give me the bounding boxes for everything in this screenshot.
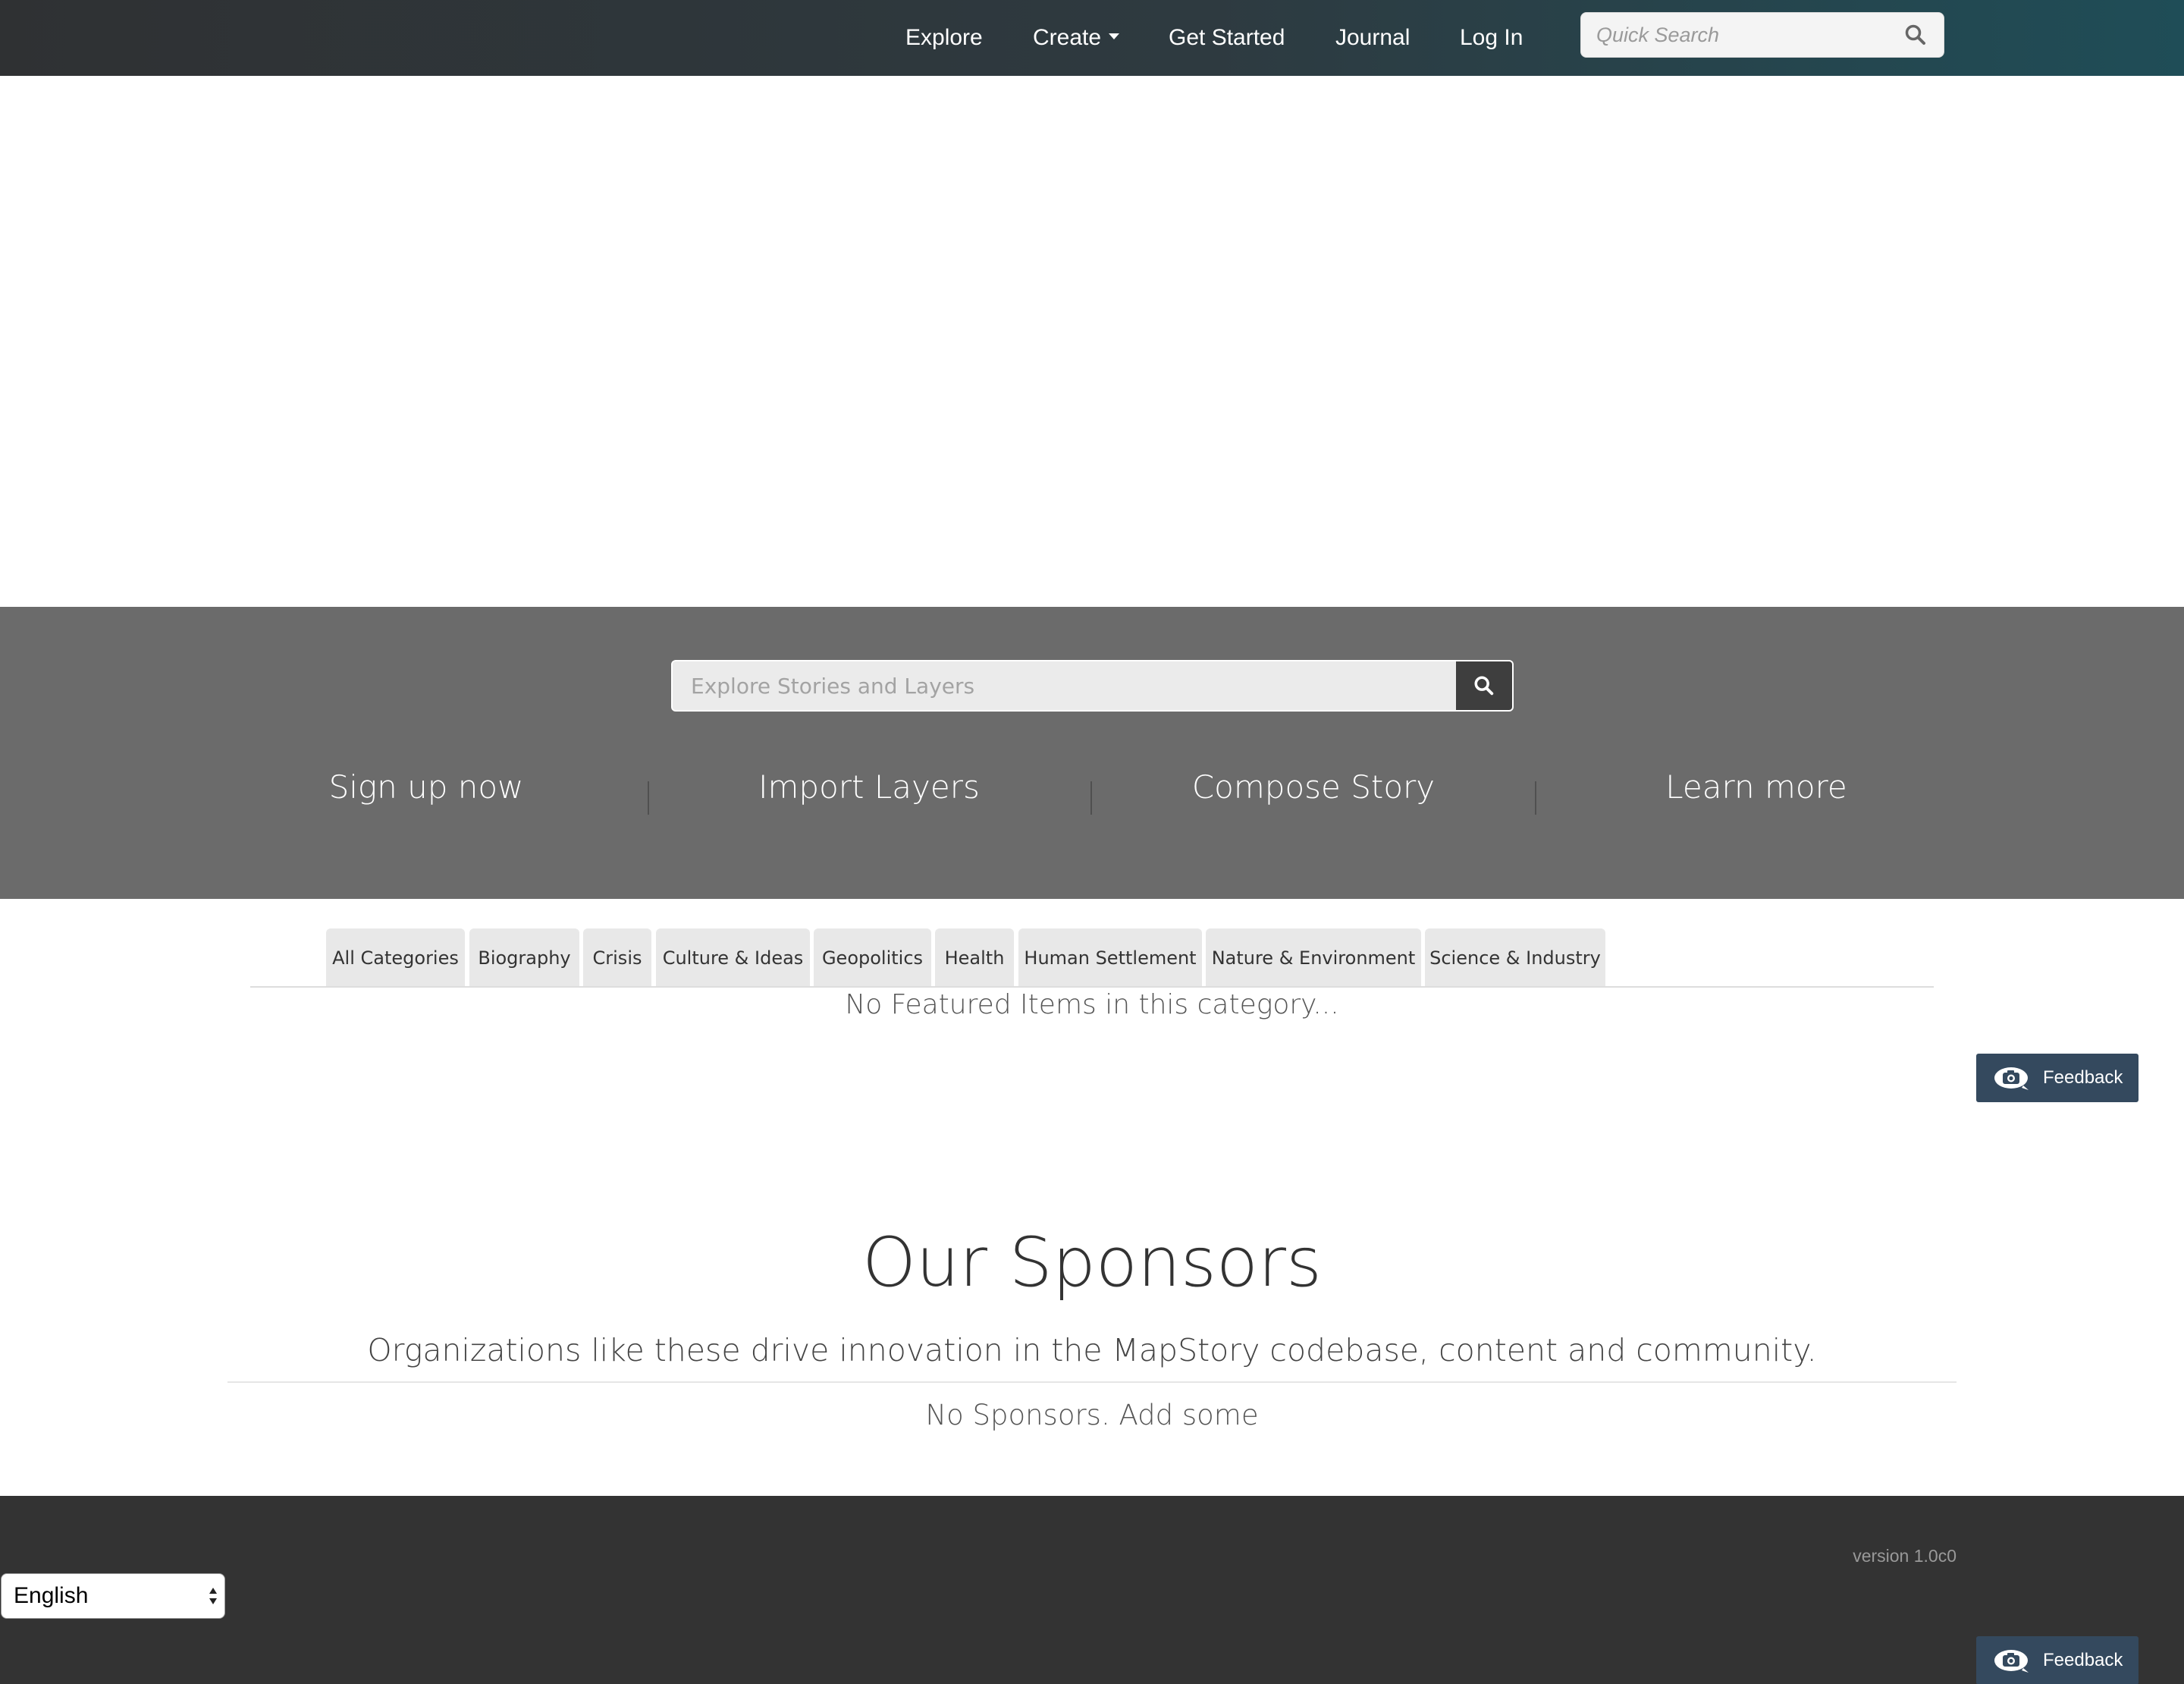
nav-login-link[interactable]: Log In: [1460, 0, 1523, 76]
no-featured-message: No Featured Items in this category...: [845, 989, 1339, 1020]
nav-create-dropdown[interactable]: Create: [1033, 0, 1120, 76]
nav-explore-link[interactable]: Explore: [905, 0, 983, 76]
tab-crisis[interactable]: Crisis: [583, 928, 651, 986]
feedback-button[interactable]: Feedback: [1976, 1054, 2138, 1102]
nav-journal-link[interactable]: Journal: [1335, 0, 1410, 76]
sign-up-link[interactable]: Sign up now: [205, 765, 648, 810]
feedback-label: Feedback: [2043, 1650, 2123, 1670]
explore-search-box: [671, 660, 1514, 712]
nav-create-label: Create: [1033, 25, 1102, 50]
tab-human-settlement[interactable]: Human Settlement: [1018, 928, 1202, 986]
tab-biography[interactable]: Biography: [469, 928, 579, 986]
camera-icon: [1993, 1064, 2031, 1097]
camera-icon: [1993, 1647, 2031, 1679]
caret-down-icon: [1109, 33, 1120, 40]
sponsors-title: Our Sponsors: [862, 1223, 1322, 1302]
tab-health[interactable]: Health: [935, 928, 1014, 986]
tab-culture-ideas[interactable]: Culture & Ideas: [656, 928, 810, 986]
import-layers-link[interactable]: Import Layers: [648, 765, 1090, 810]
language-value: English: [14, 1583, 89, 1608]
nav-get-started-link[interactable]: Get Started: [1169, 0, 1285, 76]
search-icon[interactable]: [1904, 24, 1927, 50]
learn-more-link[interactable]: Learn more: [1535, 765, 1978, 810]
no-sponsors-message: No Sponsors. Add some: [925, 1399, 1259, 1431]
feedback-label: Feedback: [2043, 1067, 2123, 1088]
language-select[interactable]: English: [1, 1573, 225, 1619]
tab-nature-environment[interactable]: Nature & Environment: [1206, 928, 1421, 986]
top-navbar: Explore Create Get Started Journal Log I…: [0, 0, 2184, 76]
tab-geopolitics[interactable]: Geopolitics: [814, 928, 931, 986]
footer: [0, 1496, 2184, 1684]
quick-search-input[interactable]: [1581, 13, 1892, 57]
explore-search-button[interactable]: [1456, 661, 1512, 710]
tab-science-industry[interactable]: Science & Industry: [1425, 928, 1605, 986]
select-arrows-icon: [208, 1585, 218, 1611]
quick-search-box: [1580, 12, 1944, 58]
sponsors-divider: [228, 1381, 1956, 1383]
tab-all-categories[interactable]: All Categories: [326, 928, 465, 986]
feedback-button[interactable]: Feedback: [1976, 1636, 2138, 1684]
sponsors-subtitle: Organizations like these drive innovatio…: [367, 1332, 1817, 1368]
hero-section: Sign up now Import Layers Compose Story …: [0, 607, 2184, 899]
search-icon: [1474, 676, 1494, 696]
version-label: version 1.0c0: [1853, 1546, 1956, 1566]
explore-search-input[interactable]: [673, 661, 1457, 710]
compose-story-link[interactable]: Compose Story: [1092, 765, 1535, 810]
